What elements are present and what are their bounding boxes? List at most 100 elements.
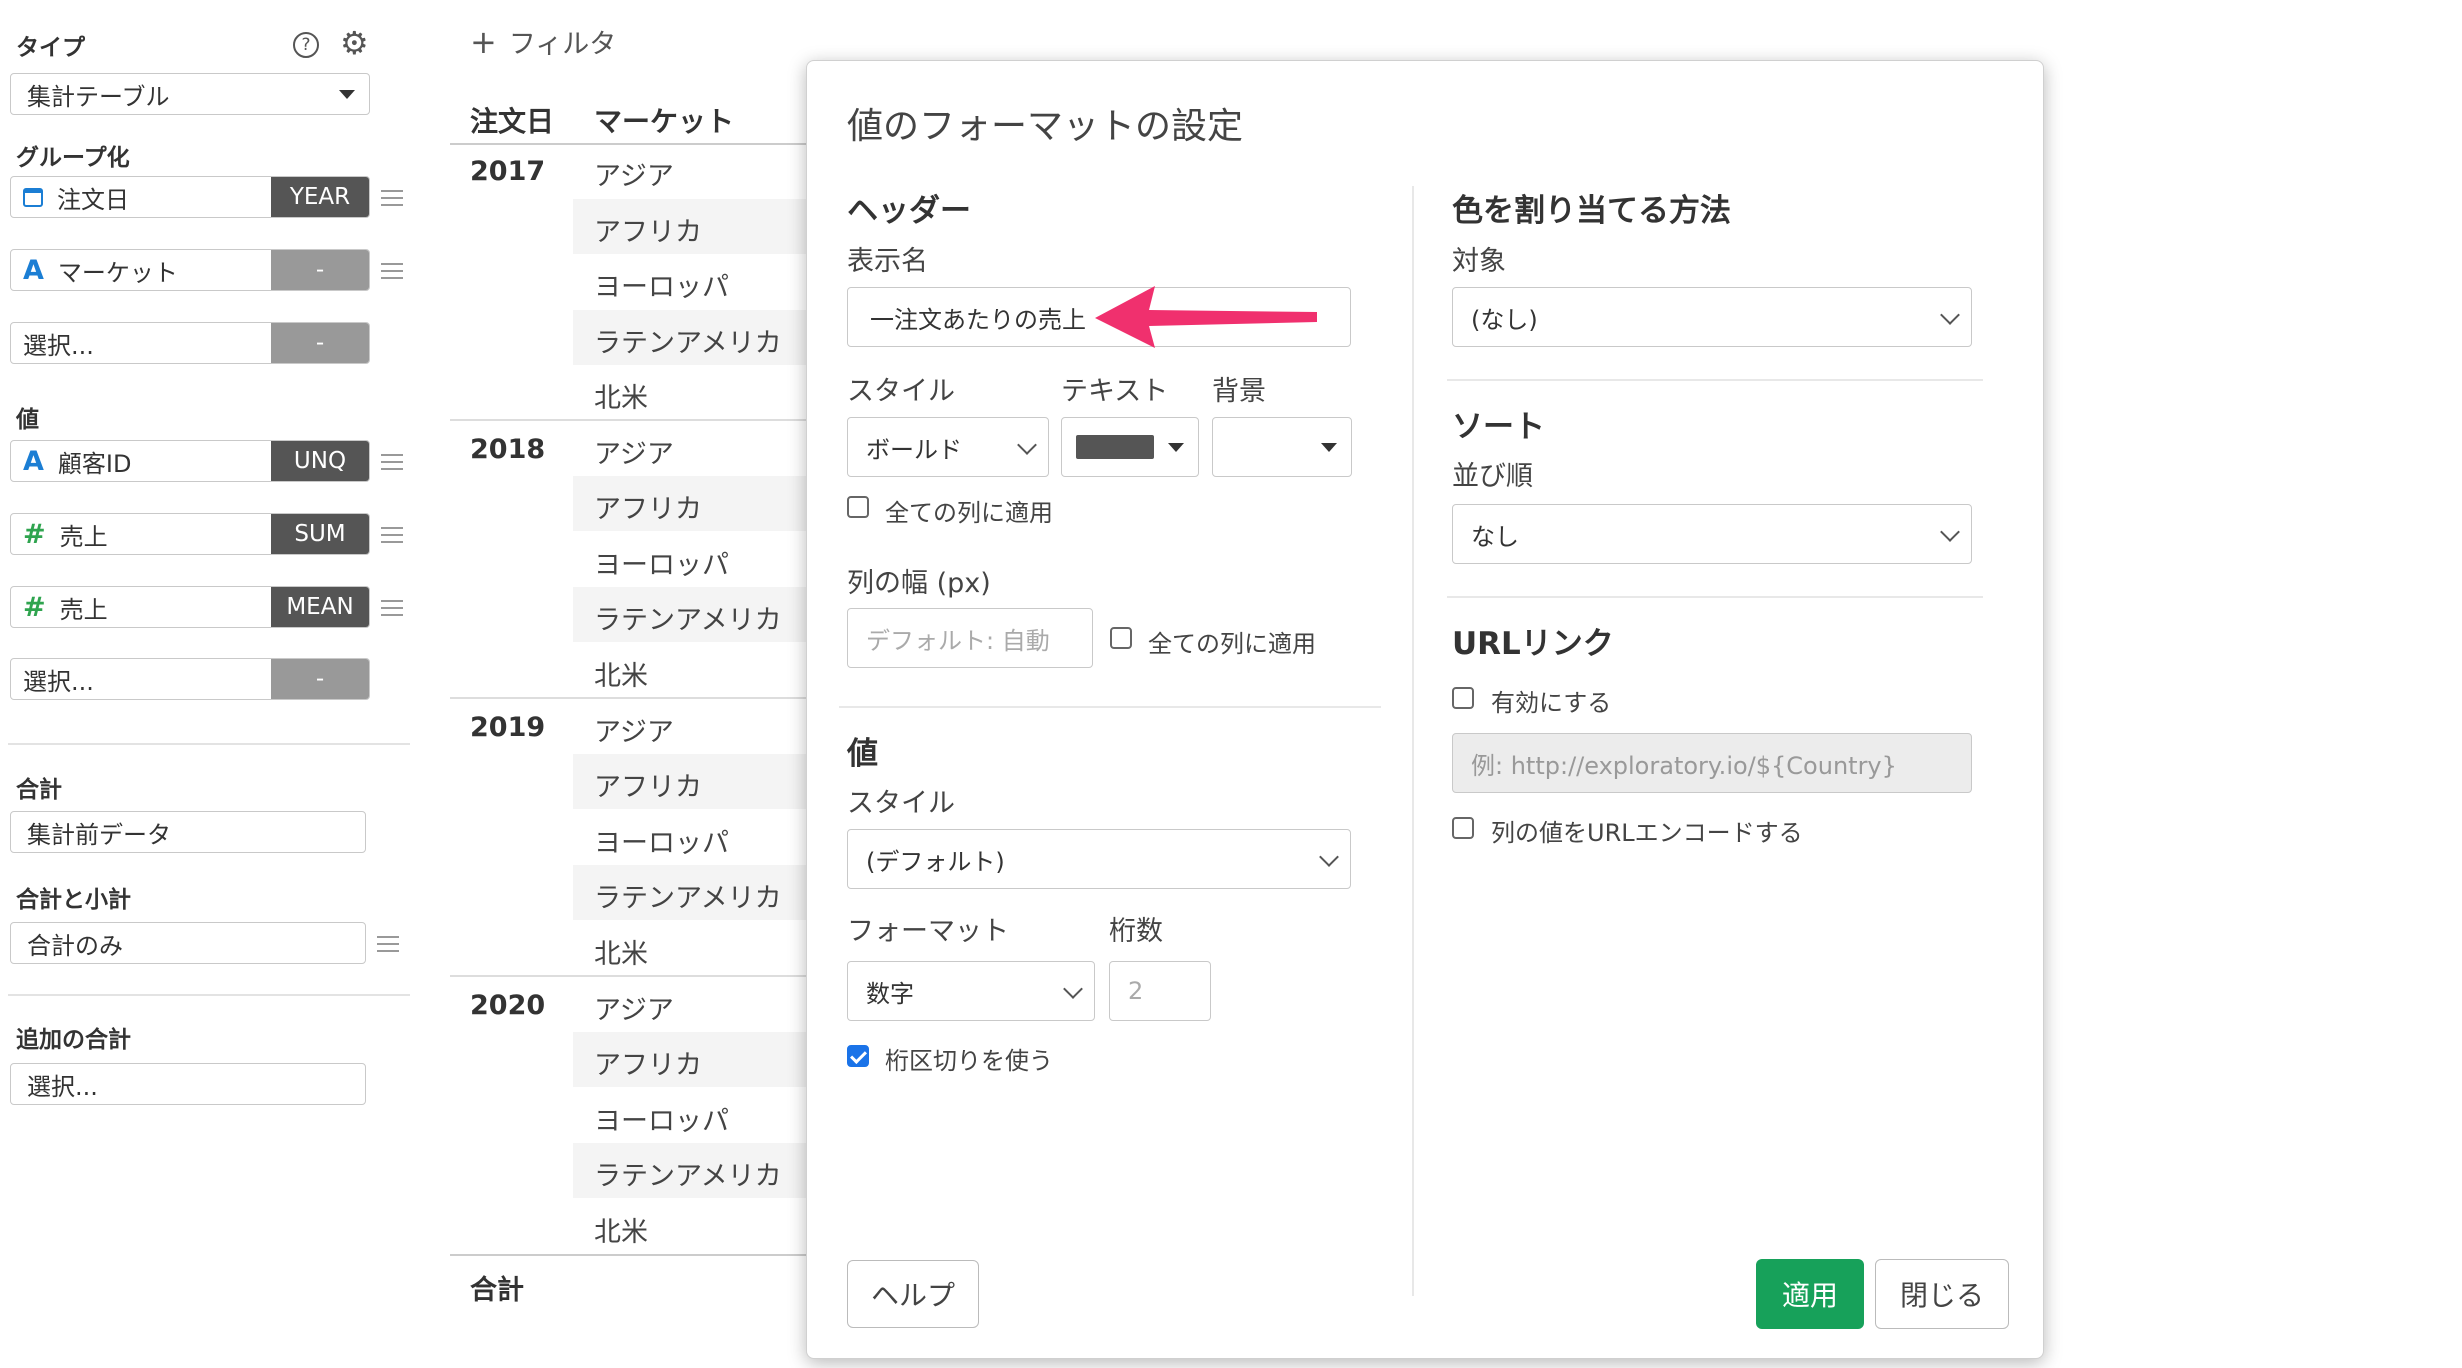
value-section-title: 値 (847, 736, 878, 772)
year-cell: 2017 (470, 156, 546, 187)
column-divider (1412, 186, 1414, 1296)
apply-button-label: 適用 (1781, 1279, 1838, 1312)
url-placeholder: 例: http://exploratory.io/${Country} (1471, 751, 1897, 780)
group-divider (450, 975, 830, 977)
section-divider (1447, 379, 1983, 381)
target-value: (なし) (1471, 305, 1538, 334)
drag-handle-icon[interactable] (381, 595, 403, 621)
column-width-placeholder: デフォルト: 自動 (866, 626, 1050, 655)
chevron-down-icon (1017, 435, 1037, 455)
text-type-icon: A (23, 445, 44, 477)
text-color-picker[interactable] (1061, 417, 1199, 477)
field-name: 顧客ID (57, 449, 132, 478)
market-cell: 北米 (594, 383, 648, 414)
aggregation-tag[interactable]: SUM (271, 514, 369, 554)
aggregation-tag[interactable]: UNQ (271, 441, 369, 481)
help-button-label: ヘルプ (870, 1279, 955, 1312)
section-divider (839, 706, 1381, 708)
group-field-select[interactable]: 選択... - (10, 322, 370, 364)
market-cell: アフリカ (594, 772, 702, 803)
header-underline (450, 143, 830, 145)
display-name-value: 一注文あたりの売上 (870, 305, 1086, 334)
url-enable-checkbox[interactable] (1452, 687, 1474, 709)
gear-icon[interactable]: ⚙ (340, 26, 369, 60)
width-apply-all-checkbox[interactable] (1110, 627, 1132, 649)
market-cell: アジア (594, 717, 674, 748)
color-swatch (1076, 435, 1154, 459)
digits-label: 桁数 (1109, 916, 1163, 947)
apply-all-checkbox[interactable] (847, 496, 869, 518)
divider (8, 994, 410, 996)
market-cell: ラテンアメリカ (594, 883, 782, 914)
aggregation-tag[interactable]: - (271, 250, 369, 290)
year-cell: 2020 (470, 990, 546, 1021)
drag-handle-icon[interactable] (381, 185, 403, 211)
help-icon[interactable]: ? (293, 32, 319, 58)
value-field-select[interactable]: 選択... - (10, 658, 370, 700)
column-width-label: 列の幅 (px) (847, 568, 991, 599)
format-select[interactable]: 数字 (847, 961, 1095, 1021)
column-width-input[interactable]: デフォルト: 自動 (847, 608, 1093, 668)
divider (8, 743, 410, 745)
aggregation-tag[interactable]: - (271, 323, 369, 363)
market-cell: アフリカ (594, 494, 702, 525)
apply-button[interactable]: 適用 (1756, 1259, 1864, 1329)
extra-total-select[interactable]: 選択... (10, 1063, 366, 1105)
url-section-title: URLリンク (1452, 626, 1614, 662)
value-style-value: (デフォルト) (866, 847, 1005, 876)
number-type-icon: # (23, 518, 46, 550)
target-select[interactable]: (なし) (1452, 287, 1972, 347)
group-field-order-date[interactable]: 注文日 YEAR (10, 176, 370, 218)
drag-handle-icon[interactable] (381, 258, 403, 284)
url-encode-label: 列の値をURLエンコードする (1491, 819, 1803, 847)
group-field-market[interactable]: A マーケット - (10, 249, 370, 291)
subtotal-select[interactable]: 合計のみ (10, 922, 366, 964)
value-field-sales-sum[interactable]: # 売上 SUM (10, 513, 370, 555)
market-cell: アフリカ (594, 1050, 702, 1081)
url-encode-checkbox[interactable] (1452, 817, 1474, 839)
close-button[interactable]: 閉じる (1875, 1259, 2009, 1329)
value-label: 値 (16, 407, 39, 433)
total-select[interactable]: 集計前データ (10, 811, 366, 853)
market-cell: 北米 (594, 661, 648, 692)
style-label: スタイル (847, 376, 955, 407)
annotation-arrow-icon (1095, 286, 1317, 348)
field-name: 選択... (23, 331, 94, 360)
header-section-title: ヘッダー (847, 193, 971, 229)
market-cell: アジア (594, 439, 674, 470)
market-cell: アフリカ (594, 217, 702, 248)
help-button[interactable]: ヘルプ (847, 1260, 979, 1328)
dialog-title: 値のフォーマットの設定 (847, 106, 1244, 147)
format-label: フォーマット (847, 916, 1009, 947)
filter-label: フィルタ (508, 29, 617, 60)
market-cell: ラテンアメリカ (594, 605, 782, 636)
group-label: グループ化 (16, 145, 130, 171)
header-style-select[interactable]: ボールド (847, 417, 1049, 477)
value-field-customer-id[interactable]: A 顧客ID UNQ (10, 440, 370, 482)
drag-handle-icon[interactable] (377, 931, 399, 957)
type-select-value: 集計テーブル (27, 82, 170, 111)
background-color-picker[interactable] (1212, 417, 1352, 477)
dropdown-arrow-icon (1168, 443, 1184, 452)
drag-handle-icon[interactable] (381, 449, 403, 475)
filter-button[interactable]: + フィルタ (470, 22, 616, 61)
value-field-sales-mean[interactable]: # 売上 MEAN (10, 586, 370, 628)
chevron-down-icon (1063, 979, 1083, 999)
type-label: タイプ (16, 35, 85, 61)
dropdown-arrow-icon (1321, 443, 1337, 452)
type-select[interactable]: 集計テーブル (10, 73, 370, 115)
digits-placeholder: 2 (1128, 977, 1144, 1005)
aggregation-tag[interactable]: MEAN (271, 587, 369, 627)
total-label: 合計 (16, 777, 62, 803)
aggregation-tag[interactable]: YEAR (271, 177, 369, 217)
format-value: 数字 (866, 979, 914, 1008)
digits-input[interactable]: 2 (1109, 961, 1211, 1021)
field-name: マーケット (57, 258, 178, 287)
order-select[interactable]: なし (1452, 504, 1972, 564)
aggregation-tag[interactable]: - (271, 659, 369, 699)
value-style-select[interactable]: (デフォルト) (847, 829, 1351, 889)
field-name: 売上 (59, 522, 108, 551)
header-market: マーケット (594, 105, 735, 138)
separator-checkbox[interactable] (847, 1045, 869, 1067)
drag-handle-icon[interactable] (381, 522, 403, 548)
